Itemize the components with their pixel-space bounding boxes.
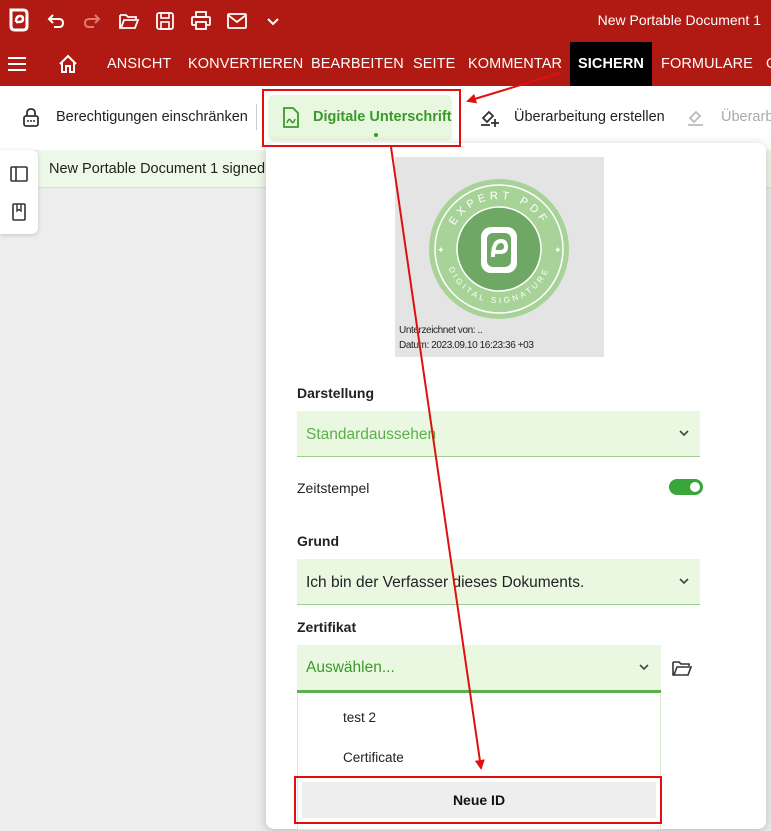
side-panel: [0, 150, 38, 234]
undo-icon[interactable]: [44, 9, 68, 33]
restrict-permissions-button[interactable]: Berechtigungen einschränken: [20, 86, 248, 148]
signature-preview: EXPERT PDF DIGITAL SIGNATURE ✦ ✦ Unterze…: [395, 157, 604, 357]
seal-star-right: ✦: [554, 245, 562, 255]
revision-compare-label: Überarb: [721, 109, 771, 125]
certificate-option-test2[interactable]: test 2: [343, 710, 376, 725]
active-indicator: [374, 133, 378, 137]
signed-by-text: Unterzeichnet von: ..: [399, 325, 483, 336]
create-revision-button[interactable]: Überarbeitung erstellen: [478, 86, 665, 148]
window-title: New Portable Document 1: [597, 12, 761, 28]
chevron-down-icon: [679, 430, 689, 437]
digital-signature-label: Digitale Unterschrift: [313, 109, 452, 125]
home-icon[interactable]: [57, 53, 79, 75]
timestamp-toggle[interactable]: [669, 479, 703, 495]
eraser-plus-icon: [481, 110, 499, 127]
print-icon[interactable]: [189, 9, 213, 33]
browse-folder-icon[interactable]: [671, 658, 693, 678]
signature-date-text: Datum: 2023.09.10 16:23:36 +03: [399, 340, 534, 351]
create-revision-label: Überarbeitung erstellen: [514, 109, 665, 125]
title-bar: New Portable Document 1: [0, 0, 771, 42]
signature-document-icon: [283, 107, 299, 128]
tab-bearbeiten[interactable]: BEARBEITEN: [311, 42, 404, 86]
restrict-permissions-label: Berechtigungen einschränken: [56, 109, 248, 125]
bookmark-icon[interactable]: [9, 202, 29, 222]
reason-value: Ich bin der Verfasser dieses Dokuments.: [306, 574, 585, 591]
tab-overflow[interactable]: O: [766, 42, 771, 86]
timestamp-label: Zeitstempel: [297, 480, 370, 496]
appearance-select[interactable]: Standardaussehen: [297, 411, 700, 457]
chevron-down-icon: [679, 578, 689, 585]
expert-pdf-seal: EXPERT PDF DIGITAL SIGNATURE ✦ ✦: [429, 179, 569, 319]
reason-select[interactable]: Ich bin der Verfasser dieses Dokuments.: [297, 559, 700, 605]
reason-label: Grund: [297, 533, 339, 549]
appearance-label: Darstellung: [297, 385, 375, 401]
revision-compare-button[interactable]: Überarb: [685, 86, 771, 148]
tab-ansicht[interactable]: ANSICHT: [107, 42, 171, 86]
tab-formulare[interactable]: FORMULARE: [661, 42, 753, 86]
new-id-button[interactable]: Neue ID: [302, 782, 656, 818]
toggle-knob: [690, 482, 700, 492]
chevron-down-icon[interactable]: [261, 9, 285, 33]
mail-icon[interactable]: [225, 9, 249, 33]
save-icon[interactable]: [153, 9, 177, 33]
appearance-value: Standardaussehen: [306, 426, 437, 443]
ribbon-tabs: ANSICHT KONVERTIEREN BEARBEITEN SEITE KO…: [0, 42, 771, 86]
tab-kommentar[interactable]: KOMMENTAR: [468, 42, 562, 86]
toolbar-divider: [256, 104, 257, 130]
redo-icon[interactable]: [80, 9, 104, 33]
certificate-select[interactable]: Auswählen...: [297, 645, 661, 693]
tab-sichern[interactable]: SICHERN: [570, 42, 652, 86]
panel-toggle-icon[interactable]: [9, 164, 29, 184]
open-folder-icon[interactable]: [117, 9, 141, 33]
lock-icon: [23, 108, 39, 127]
digital-signature-button[interactable]: Digitale Unterschrift: [268, 95, 452, 141]
tab-seite[interactable]: SEITE: [413, 42, 455, 86]
hamburger-menu-icon[interactable]: [6, 54, 28, 74]
certificate-option-certificate[interactable]: Certificate: [343, 750, 404, 765]
eraser-icon: [688, 110, 703, 126]
tab-konvertieren[interactable]: KONVERTIEREN: [188, 42, 303, 86]
app-logo-icon: [9, 8, 29, 32]
seal-star-left: ✦: [437, 245, 445, 255]
certificate-label: Zertifikat: [297, 619, 357, 635]
document-tab-label: New Portable Document 1 signed.p: [49, 161, 278, 177]
chevron-down-icon: [639, 664, 649, 671]
certificate-placeholder: Auswählen...: [306, 659, 395, 676]
